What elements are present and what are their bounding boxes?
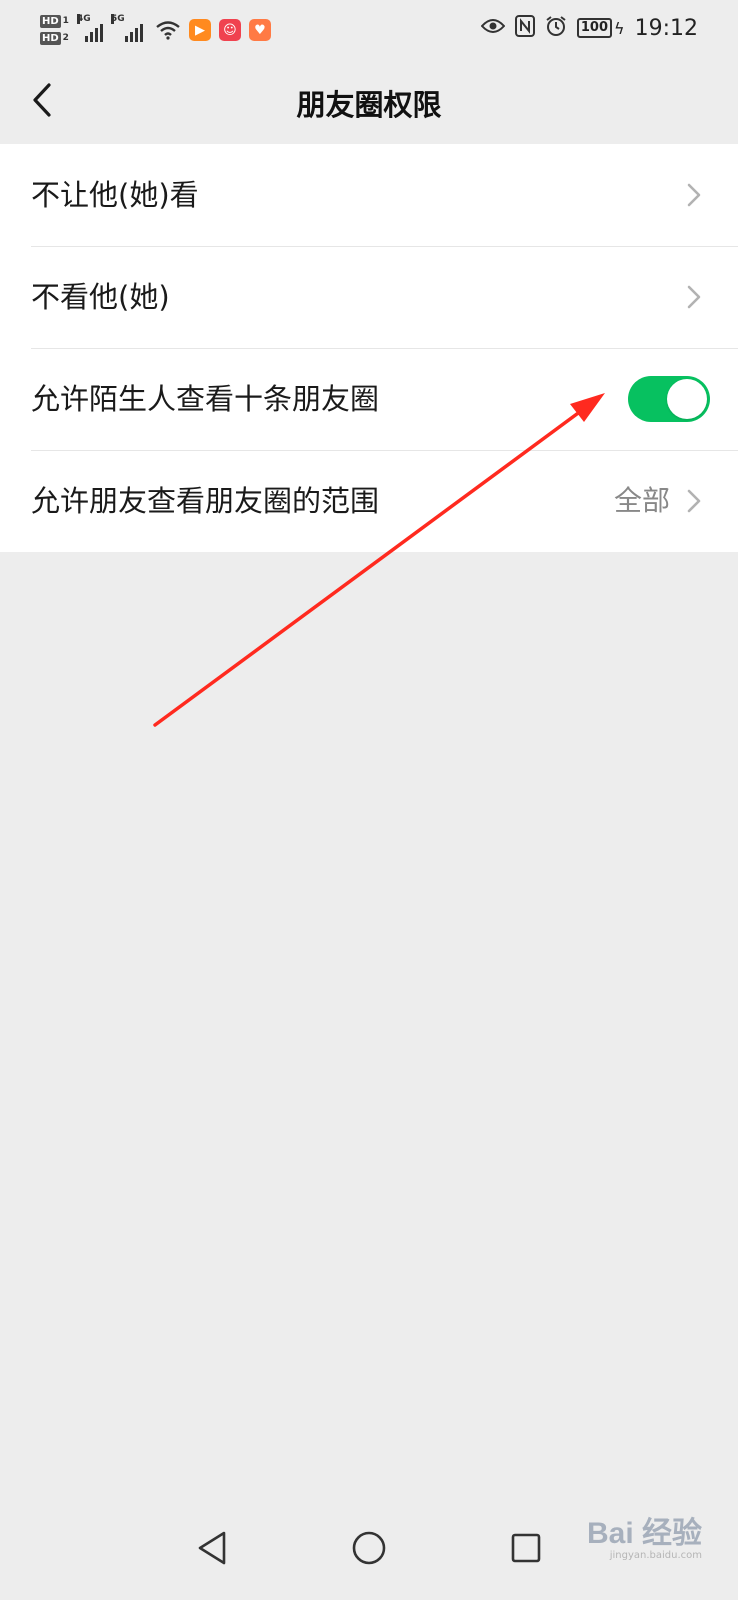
charging-icon: ϟ <box>614 18 625 38</box>
wifi-icon <box>155 19 181 41</box>
page-title: 朋友圈权限 <box>296 88 442 122</box>
sim2-index: 2 <box>62 33 69 43</box>
signal-icon-2: 5G <box>110 14 147 42</box>
system-recents-button[interactable] <box>496 1518 556 1578</box>
video-app-icon: ▶ <box>188 19 211 41</box>
clock: 19:12 <box>634 15 698 41</box>
toggle-knob <box>667 379 707 419</box>
health-app-icon: ♥ <box>248 19 271 41</box>
battery-icon: 100 <box>576 18 613 38</box>
music-app-icon: ☺ <box>218 19 241 41</box>
setting-row-visible-range[interactable]: 允许朋友查看朋友圈的范围 全部 <box>0 450 738 552</box>
sim2-hd-label: HD <box>40 32 61 45</box>
baidu-watermark: Bai 经验 jingyan.baidu.com <box>586 1500 702 1561</box>
signal-icon: 4G <box>76 14 103 42</box>
sim1-index: 1 <box>62 16 69 26</box>
chevron-right-icon <box>687 285 701 309</box>
setting-label: 允许陌生人查看十条朋友圈 <box>31 382 380 416</box>
setting-row-hide-from[interactable]: 不让他(她)看 <box>0 144 738 246</box>
setting-row-hide-their[interactable]: 不看他(她) <box>0 246 738 348</box>
back-triangle-icon <box>198 1531 226 1565</box>
system-home-button[interactable] <box>339 1518 399 1578</box>
stranger-view-toggle[interactable] <box>628 376 710 422</box>
chevron-right-icon <box>687 489 701 513</box>
network-type-2: 5G <box>110 14 125 24</box>
sim1-hd-label: HD <box>40 15 61 28</box>
nav-bar: 朋友圈权限 <box>0 56 738 144</box>
chevron-right-icon <box>687 183 701 207</box>
status-left: HD 1 HD 2 4G 5G ▶ ☺ ♥ <box>40 8 271 52</box>
recents-square-icon <box>511 1533 541 1563</box>
setting-row-stranger-view: 允许陌生人查看十条朋友圈 <box>0 348 738 450</box>
eye-icon <box>480 18 506 38</box>
sim1-hd: HD 1 <box>40 15 69 28</box>
sim2-hd: HD 2 <box>40 32 69 45</box>
sim-indicators: HD 1 HD 2 <box>40 15 69 45</box>
nfc-icon <box>514 15 535 41</box>
setting-label: 不让他(她)看 <box>31 178 199 212</box>
network-type-1: 4G <box>76 14 91 24</box>
system-back-button[interactable] <box>182 1518 242 1578</box>
home-circle-icon <box>352 1531 386 1565</box>
setting-label: 不看他(她) <box>31 280 170 314</box>
setting-label: 允许朋友查看朋友圈的范围 <box>31 484 380 518</box>
settings-list: 不让他(她)看 不看他(她) 允许陌生人查看十条朋友圈 允许朋友查看朋友圈的范围… <box>0 144 738 552</box>
status-bar: HD 1 HD 2 4G 5G ▶ ☺ ♥ 100 ϟ 19:12 <box>0 0 738 56</box>
status-right: 100 ϟ 19:12 <box>480 12 698 44</box>
watermark-sub: jingyan.baidu.com <box>609 1550 702 1561</box>
alarm-icon <box>545 15 567 41</box>
visible-range-value: 全部 <box>613 484 670 517</box>
watermark-text: Bai 经验 <box>586 1517 702 1550</box>
